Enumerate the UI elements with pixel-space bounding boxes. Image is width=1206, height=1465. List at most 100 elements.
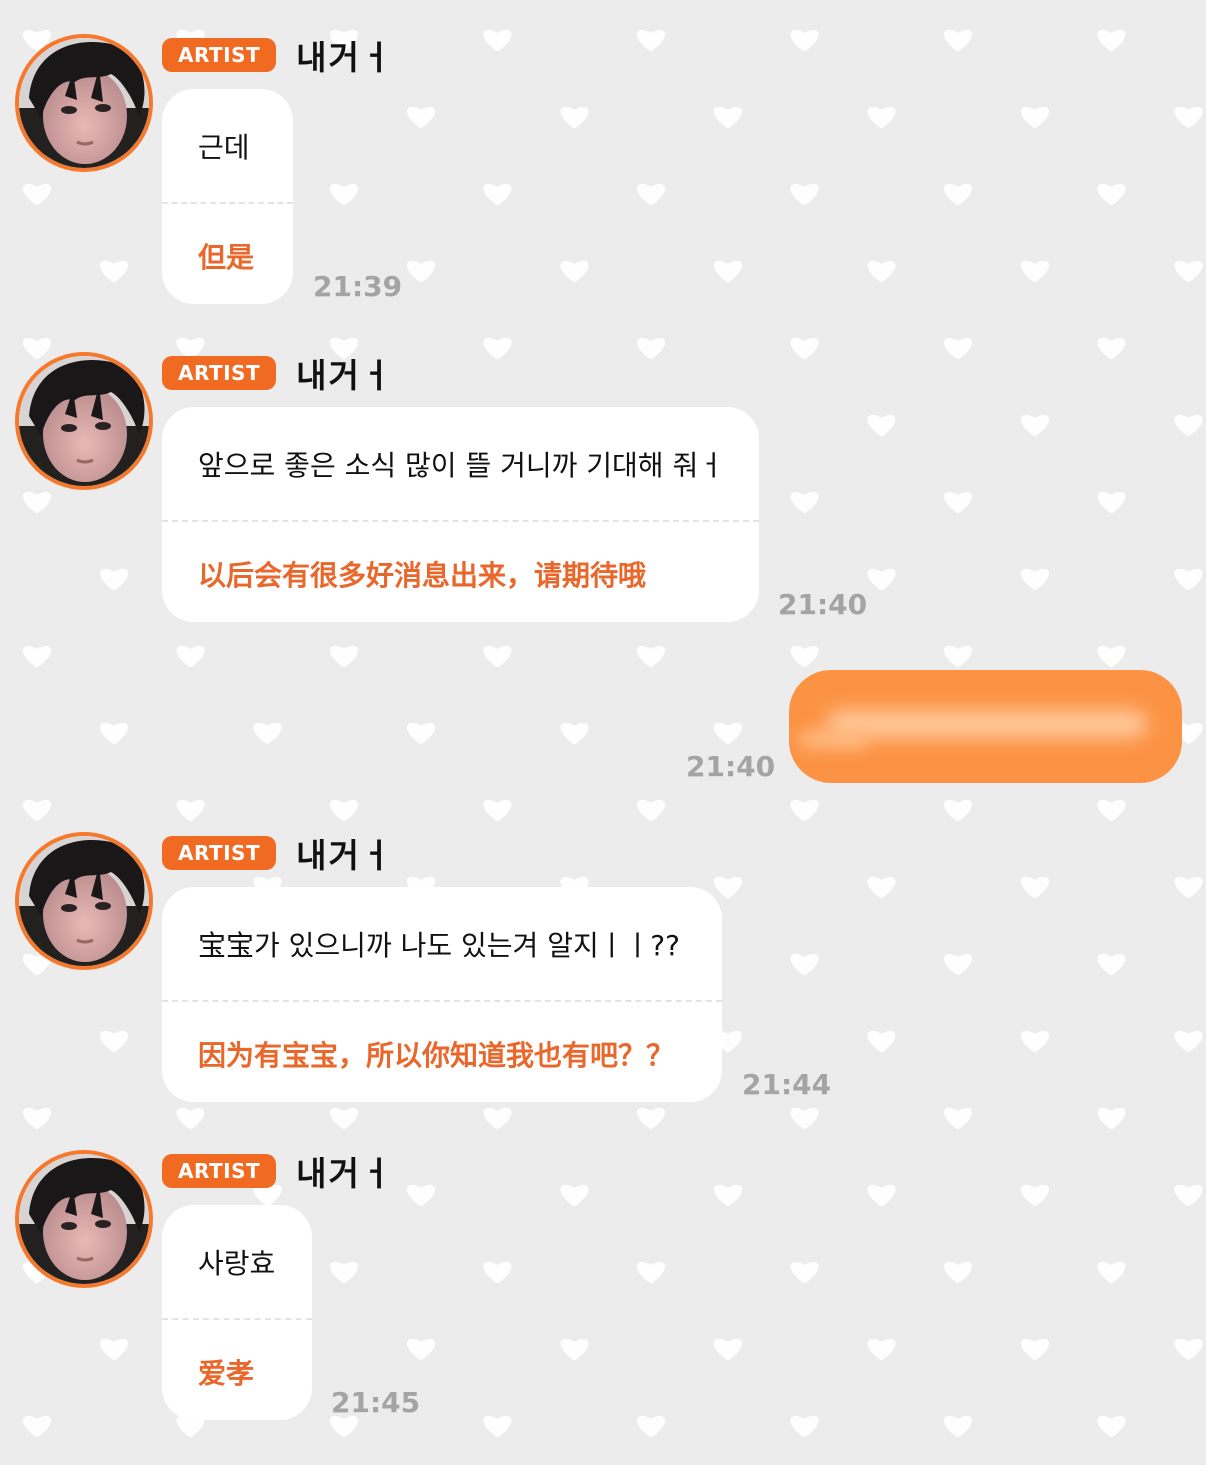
heart-icon <box>1020 1184 1050 1207</box>
heart-icon <box>1097 1415 1126 1438</box>
blurred-message-text <box>827 710 1147 738</box>
heart-icon <box>713 260 743 283</box>
heart-icon <box>1020 568 1050 591</box>
heart-icon <box>483 29 512 52</box>
avatar-photo <box>19 356 149 486</box>
heart-icon <box>1174 1338 1203 1361</box>
sender-name: 내거ㅓ <box>296 38 394 77</box>
heart-icon <box>406 106 436 129</box>
heart-icon <box>22 1415 52 1438</box>
heart-icon <box>253 1184 282 1207</box>
heart-icon <box>176 1107 205 1130</box>
heart-icon <box>1097 491 1126 514</box>
heart-icon <box>1174 876 1203 899</box>
heart-icon <box>943 29 973 52</box>
heart-icon <box>22 337 52 360</box>
heart-icon <box>560 722 589 745</box>
heart-icon <box>636 1415 666 1438</box>
heart-icon <box>99 1338 129 1361</box>
heart-icon <box>22 491 52 514</box>
heart-icon <box>790 799 819 822</box>
artist-avatar[interactable] <box>15 832 153 970</box>
sender-row: ARTIST 내거ㅓ <box>162 356 393 395</box>
my-message-bubble[interactable] <box>789 670 1182 783</box>
heart-icon <box>943 1261 973 1284</box>
heart-icon <box>790 337 819 360</box>
heart-icon <box>329 1261 359 1284</box>
heart-icon <box>176 799 205 822</box>
heart-icon <box>1020 260 1050 283</box>
message-text: 宝宝가 있으니까 나도 있는겨 알지ㅣㅣ?? <box>198 928 680 962</box>
message-time: 21:44 <box>742 1068 832 1101</box>
avatar-photo <box>19 1154 149 1284</box>
heart-icon <box>790 29 819 52</box>
heart-icon <box>1020 1030 1050 1053</box>
heart-icon <box>943 1415 973 1438</box>
artist-avatar[interactable] <box>15 1150 153 1288</box>
message-translation: 以后会有很多好消息出来，请期待哦 <box>198 558 647 592</box>
message-time: 21:40 <box>778 588 868 621</box>
heart-icon <box>1020 876 1050 899</box>
heart-icon <box>943 337 973 360</box>
heart-icon <box>943 645 973 668</box>
heart-icon <box>1097 953 1126 976</box>
heart-icon <box>636 645 666 668</box>
blurred-message-text <box>799 730 869 748</box>
heart-icon <box>790 1107 819 1130</box>
heart-icon <box>483 1415 512 1438</box>
heart-icon <box>790 645 819 668</box>
heart-icon <box>560 106 589 129</box>
message-bubble[interactable]: 근데 但是 <box>162 89 293 304</box>
heart-icon <box>1020 414 1050 437</box>
heart-icon <box>943 491 973 514</box>
heart-icon <box>99 722 129 745</box>
heart-icon <box>943 183 973 206</box>
heart-icon <box>176 645 205 668</box>
message-translation: 爱孝 <box>198 1356 255 1390</box>
heart-icon <box>867 260 896 283</box>
heart-icon <box>636 183 666 206</box>
artist-badge: ARTIST <box>162 356 277 390</box>
heart-icon <box>406 1338 436 1361</box>
heart-icon <box>22 183 52 206</box>
heart-icon <box>483 799 512 822</box>
message-time: 21:45 <box>331 1386 421 1419</box>
heart-icon <box>329 799 359 822</box>
message-text: 사랑효 <box>198 1246 276 1280</box>
heart-icon <box>867 876 896 899</box>
heart-icon <box>943 799 973 822</box>
heart-icon <box>713 1338 743 1361</box>
avatar-photo <box>19 836 149 966</box>
artist-avatar[interactable] <box>15 352 153 490</box>
heart-icon <box>1174 568 1203 591</box>
heart-icon <box>867 1338 896 1361</box>
heart-icon <box>713 1184 743 1207</box>
message-bubble[interactable]: 앞으로 좋은 소식 많이 뜰 거니까 기대해 줘ㅓ 以后会有很多好消息出来，请期… <box>162 407 759 622</box>
heart-icon <box>99 260 129 283</box>
heart-icon <box>1020 1338 1050 1361</box>
heart-icon <box>867 1184 896 1207</box>
heart-icon <box>99 1030 129 1053</box>
message-bubble[interactable]: 宝宝가 있으니까 나도 있는겨 알지ㅣㅣ?? 因为有宝宝，所以你知道我也有吧？？ <box>162 887 722 1102</box>
heart-icon <box>1097 183 1126 206</box>
heart-icon <box>22 645 52 668</box>
artist-badge: ARTIST <box>162 836 277 870</box>
message-text: 근데 <box>198 130 250 164</box>
artist-badge: ARTIST <box>162 1154 277 1188</box>
heart-icon <box>329 1415 359 1438</box>
heart-icon <box>790 1261 819 1284</box>
heart-icon <box>253 722 282 745</box>
heart-icon <box>406 1184 436 1207</box>
message-time: 21:39 <box>313 270 403 303</box>
heart-icon <box>1097 29 1126 52</box>
heart-icon <box>636 1261 666 1284</box>
sender-name: 내거ㅓ <box>296 836 394 875</box>
heart-icon <box>1097 645 1126 668</box>
heart-icon <box>1097 1261 1126 1284</box>
heart-icon <box>867 106 896 129</box>
heart-icon <box>99 568 129 591</box>
heart-icon <box>329 183 359 206</box>
heart-icon <box>483 183 512 206</box>
artist-avatar[interactable] <box>15 34 153 172</box>
message-bubble[interactable]: 사랑효 爱孝 <box>162 1205 312 1420</box>
